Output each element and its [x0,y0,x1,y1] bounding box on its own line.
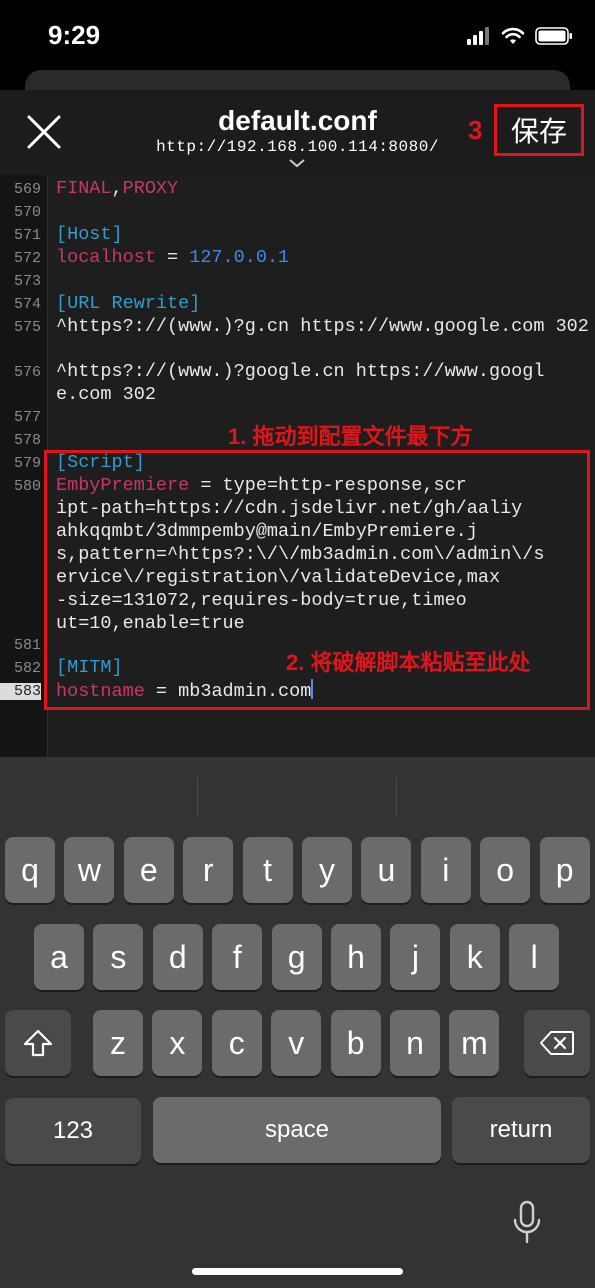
line-number: 579 [13,455,41,472]
key-y[interactable]: y [302,837,352,903]
annotation-step-1: 1. 拖动到配置文件最下方 [228,424,473,449]
line-number: 575 [13,319,41,336]
key-z[interactable]: z [93,1010,143,1076]
save-button[interactable]: 保存 [494,104,584,156]
numbers-key[interactable]: 123 [5,1098,141,1164]
key-g[interactable]: g [271,924,322,990]
line-number: 576 [13,364,41,381]
code-line[interactable]: ^https?://(www.)?g.cn https://www.google… [56,315,589,338]
annotation-step-2: 2. 将破解脚本粘贴至此处 [286,650,531,675]
status-icons [467,24,573,48]
key-n[interactable]: n [390,1010,440,1076]
code-line[interactable]: EmbyPremiere = type=http-response,scr [56,474,467,497]
wifi-icon [501,27,525,44]
code-line[interactable]: ut=10,enable=true [56,612,245,635]
chevron-down-icon[interactable] [287,158,307,168]
key-k[interactable]: k [449,924,500,990]
suggestion-divider [197,777,198,817]
line-number-gutter: 569 570 571 572 573 574 575 576 577 578 … [0,175,48,757]
code-line[interactable]: ahkqqmbt/3dmmpemby@main/EmbyPremiere.j [56,520,478,543]
line-number: 570 [13,204,41,221]
cellular-signal-icon [467,27,489,45]
code-line[interactable]: localhost = 127.0.0.1 [56,246,289,269]
key-d[interactable]: d [152,924,203,990]
status-time: 9:29 [48,20,101,50]
home-indicator [192,1268,403,1275]
line-number: 573 [13,273,41,290]
key-j[interactable]: j [390,924,441,990]
nav-bar: default.conf http://192.168.100.114:8080… [0,90,595,175]
key-r[interactable]: r [183,837,234,903]
line-number: 569 [13,181,41,198]
suggestion-divider [396,777,397,817]
battery-icon [535,27,572,45]
key-s[interactable]: s [93,924,144,990]
key-m[interactable]: m [449,1010,500,1076]
text-cursor [311,679,314,699]
key-q[interactable]: q [5,837,55,903]
line-number: 578 [13,432,41,449]
current-line-number: 583 [0,683,41,700]
line-number: 582 [13,660,41,677]
code-line[interactable]: hostname = mb3admin.com [56,679,314,703]
line-number: 577 [13,409,41,426]
code-line[interactable]: -size=131072,requires-body=true,timeo [56,589,467,612]
key-x[interactable]: x [152,1010,203,1076]
microphone-icon[interactable] [512,1200,542,1246]
keyboard: qwertyuiop asdfghjkl zxcvbnm 123 space ret… [0,757,595,1288]
return-key[interactable]: return [452,1097,590,1163]
code-line[interactable]: [Host] [56,223,123,246]
code-line[interactable]: e.com 302 [56,383,156,406]
code-line[interactable]: ervice\/registration\/validateDevice,max [56,566,500,589]
status-bar: 9:29 [0,0,595,70]
key-c[interactable]: c [211,1010,262,1076]
key-h[interactable]: h [331,924,381,990]
key-b[interactable]: b [330,1010,381,1076]
line-number: 580 [13,478,41,495]
backspace-icon [540,1031,574,1055]
line-number: 574 [13,296,41,313]
code-line[interactable]: [URL Rewrite] [56,292,200,315]
line-number: 571 [13,227,41,244]
key-p[interactable]: p [539,837,590,903]
line-number: 572 [13,250,41,267]
delete-key[interactable] [524,1010,590,1076]
line-number: 581 [13,637,41,654]
shift-icon [23,1029,53,1057]
step-3-label: 3 [468,115,483,145]
key-v[interactable]: v [271,1010,322,1076]
key-i[interactable]: i [420,837,471,903]
code-line[interactable]: ipt-path=https://cdn.jsdelivr.net/gh/aal… [56,497,522,520]
key-o[interactable]: o [480,837,531,903]
key-u[interactable]: u [361,837,412,903]
code-line[interactable]: s,pattern=^https?:\/\/mb3admin.com\/admi… [56,543,544,566]
key-l[interactable]: l [509,924,560,990]
key-f[interactable]: f [212,924,263,990]
shift-key[interactable] [5,1010,71,1076]
key-t[interactable]: t [242,837,293,903]
code-line[interactable]: ^https?://(www.)?google.cn https://www.g… [56,360,544,383]
key-e[interactable]: e [123,837,174,903]
key-w[interactable]: w [64,837,115,903]
key-a[interactable]: a [34,924,84,990]
code-line[interactable]: [MITM] [56,656,123,679]
code-line[interactable]: FINAL,PROXY [56,177,178,200]
space-key[interactable]: space [153,1097,441,1163]
code-line[interactable]: [Script] [56,451,145,474]
code-editor[interactable]: 569 570 571 572 573 574 575 576 577 578 … [0,175,595,757]
